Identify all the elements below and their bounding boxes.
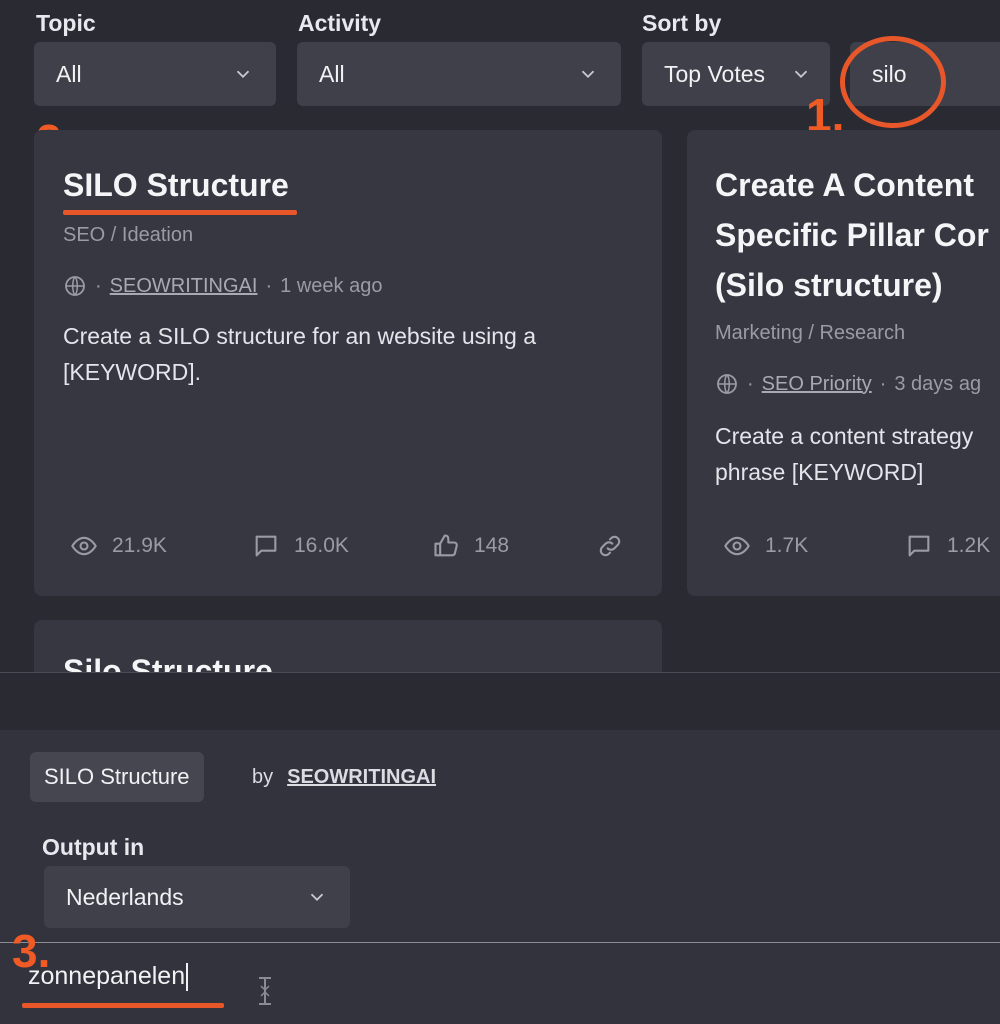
views-count: 1.7K	[765, 534, 809, 557]
card-author-link[interactable]: SEO Priority	[762, 373, 872, 396]
by-label: by	[252, 766, 274, 788]
likes-count: 148	[474, 534, 510, 557]
annotation-circle	[840, 36, 946, 128]
activity-label: Activity	[298, 10, 382, 36]
comments-count: 16.0K	[294, 534, 349, 557]
annotation-underline	[63, 210, 297, 215]
comments-stat: 1.2K	[905, 532, 990, 560]
chevron-down-icon	[581, 70, 595, 79]
prompt-text-input[interactable]: zonnepanelen	[28, 962, 189, 992]
card-time: 1 week ago	[280, 274, 383, 297]
eye-icon	[71, 536, 97, 556]
topic-select-value: All	[56, 60, 82, 87]
card-title-line: Create A Content	[715, 167, 974, 203]
sort-select-value: Top Votes	[664, 60, 766, 87]
meta-separator: ·	[879, 372, 887, 395]
topic-select[interactable]: All	[34, 42, 276, 106]
prompt-card-content-pillar[interactable]: Create A Content Specific Pillar Cor (Si…	[687, 130, 1000, 596]
topic-label: Topic	[36, 10, 96, 36]
prompt-card-silo-structure[interactable]: SILO Structure SEO / Ideation · SEOWRITI…	[34, 130, 662, 596]
views-stat: 1.7K	[723, 532, 808, 560]
selected-prompt-chip[interactable]: SILO Structure	[30, 752, 204, 802]
card-meta: · SEOWRITINGAI · 1 week ago	[63, 274, 382, 298]
panel-author-link[interactable]: SEOWRITINGAI	[287, 766, 436, 789]
output-language-select[interactable]: Nederlands	[44, 866, 350, 928]
card-author-link[interactable]: SEOWRITINGAI	[110, 275, 258, 298]
text-cursor-icon	[259, 977, 271, 1005]
comment-icon	[255, 535, 277, 557]
comments-count: 1.2K	[947, 534, 991, 557]
card-title-line: Specific Pillar Cor	[715, 217, 989, 253]
input-divider	[0, 942, 1000, 943]
comments-stat: 16.0K	[252, 532, 349, 560]
output-language-value: Nederlands	[66, 883, 184, 910]
views-count: 21.9K	[112, 534, 167, 557]
card-title[interactable]: Create A Content Specific Pillar Cor (Si…	[715, 160, 989, 310]
sort-label: Sort by	[642, 10, 722, 36]
link-icon	[599, 535, 621, 557]
card-description-line: phrase [KEYWORD]	[715, 459, 924, 485]
card-category: SEO / Ideation	[63, 224, 194, 246]
annotation-underline	[22, 1003, 224, 1008]
globe-icon	[65, 276, 85, 296]
card-description: Create a SILO structure for an website u…	[63, 323, 537, 385]
output-language-label: Output in	[42, 834, 145, 860]
card-meta: · SEO Priority · 3 days ag	[715, 372, 981, 396]
chevron-down-icon	[236, 70, 250, 79]
activity-select[interactable]: All	[297, 42, 621, 106]
sort-select[interactable]: Top Votes	[642, 42, 830, 106]
chevron-down-icon	[794, 70, 808, 79]
card-description: Create a content strategy phrase [KEYWOR…	[715, 418, 973, 490]
card-category: Marketing / Research	[715, 322, 906, 344]
copy-link-button[interactable]	[596, 532, 624, 560]
card-description-line: Create a content strategy	[715, 423, 974, 449]
panel-gap	[0, 673, 1000, 730]
eye-icon	[724, 536, 750, 556]
text-caret	[186, 963, 189, 992]
prompt-input-value: zonnepanelen	[28, 962, 186, 990]
card-title-line: (Silo structure)	[715, 267, 943, 303]
meta-separator: ·	[95, 274, 102, 297]
views-stat: 21.9K	[70, 532, 167, 560]
card-title[interactable]: SILO Structure	[63, 160, 289, 210]
globe-icon	[717, 374, 737, 394]
meta-separator: ·	[265, 274, 273, 297]
activity-select-value: All	[319, 60, 345, 87]
prompt-author: by SEOWRITINGAI	[252, 766, 436, 789]
card-time: 3 days ag	[894, 372, 982, 395]
meta-separator: ·	[747, 372, 754, 395]
thumbs-up-icon	[434, 534, 458, 557]
like-button[interactable]: 148	[432, 532, 509, 560]
chevron-down-icon	[310, 893, 324, 902]
comment-icon	[908, 535, 930, 557]
